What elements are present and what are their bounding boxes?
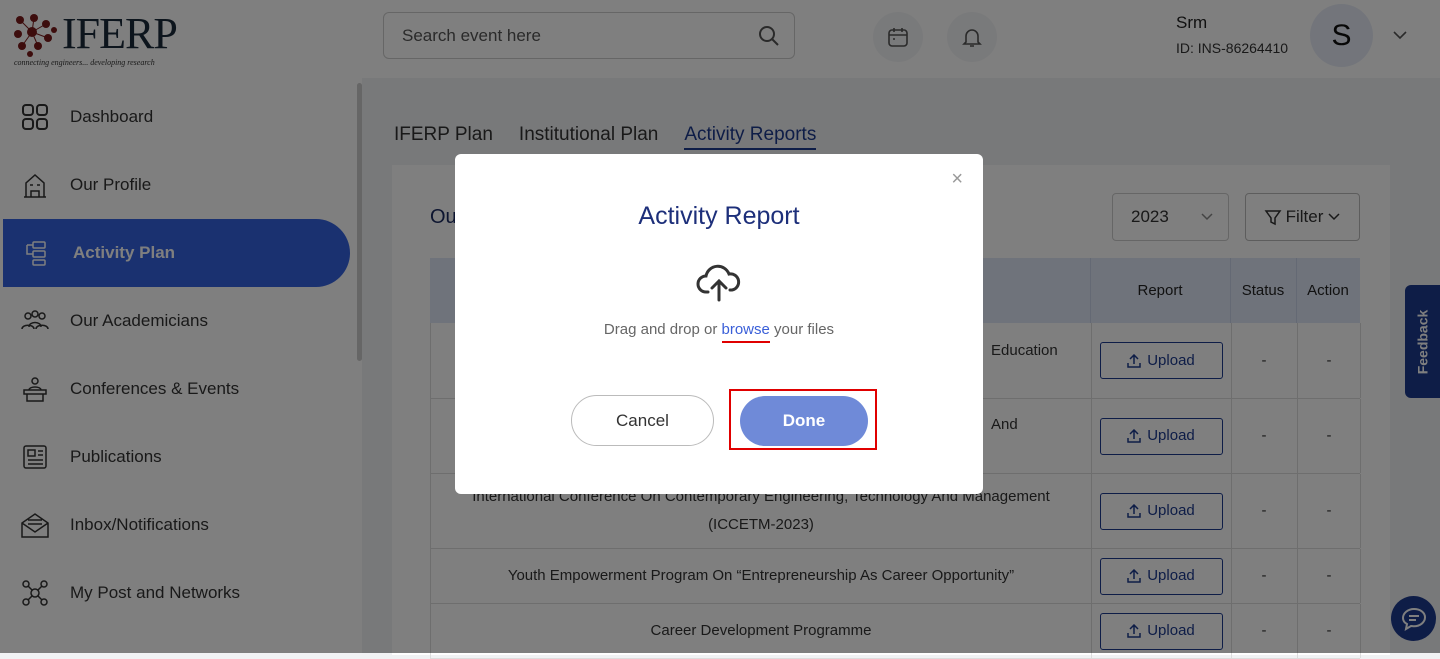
browse-link[interactable]: browse bbox=[721, 321, 770, 343]
drop-text-end: your files bbox=[769, 321, 835, 338]
close-icon[interactable]: × bbox=[951, 168, 963, 191]
modal-title: Activity Report bbox=[638, 202, 800, 230]
drop-text: Drag and drop or bbox=[603, 321, 722, 338]
done-button[interactable]: Done bbox=[740, 396, 868, 446]
drop-zone-text[interactable]: Drag and drop or browse your files bbox=[455, 321, 983, 343]
cloud-upload-icon bbox=[696, 264, 741, 302]
activity-report-modal: × Activity Report Drag and drop or brows… bbox=[455, 154, 983, 494]
cancel-button[interactable]: Cancel bbox=[571, 395, 714, 446]
